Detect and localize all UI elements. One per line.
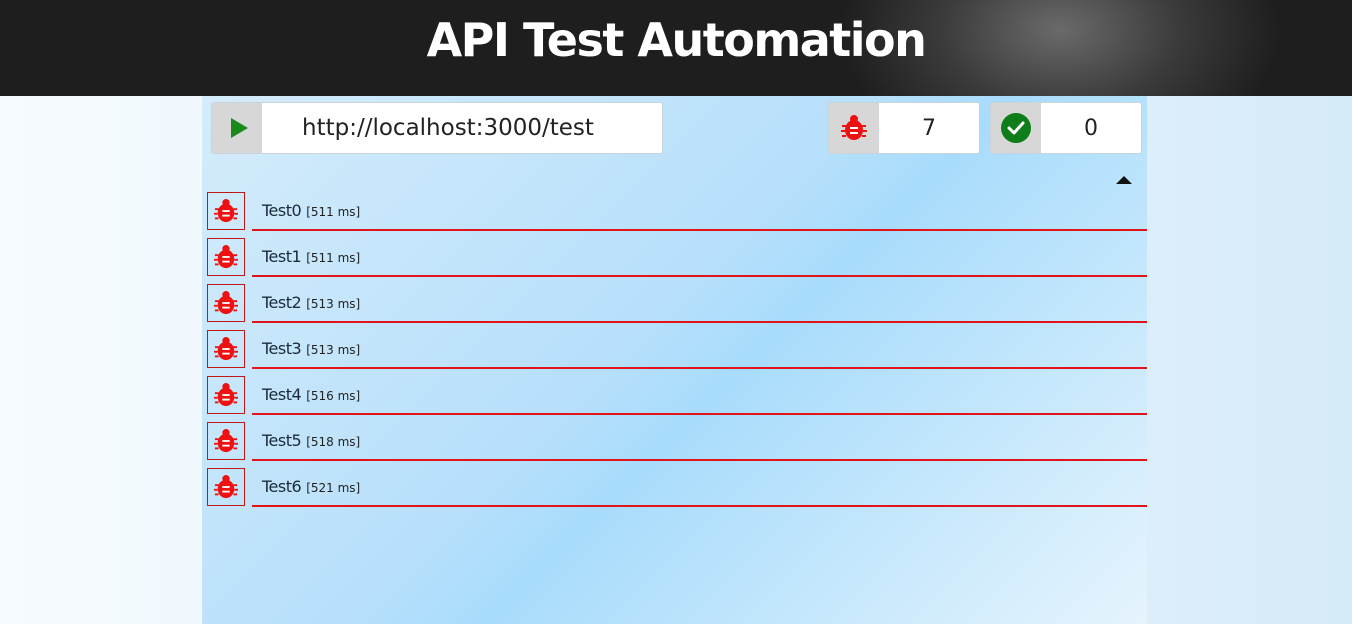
test-status: [207, 330, 245, 368]
test-name: Test4: [262, 385, 302, 404]
pass-counter: 0: [990, 102, 1142, 154]
test-row[interactable]: Test1 [511 ms]: [207, 238, 1147, 278]
bug-icon: [214, 475, 238, 499]
test-label: Test5 [518 ms]: [252, 422, 1147, 461]
test-name: Test2: [262, 293, 302, 312]
test-duration: [516 ms]: [306, 388, 361, 403]
test-duration: [513 ms]: [306, 342, 361, 357]
check-icon: [1001, 113, 1031, 143]
bug-icon: [841, 115, 867, 140]
test-duration: [513 ms]: [306, 296, 361, 311]
bug-icon: [214, 291, 238, 315]
play-icon: [230, 118, 248, 138]
run-button[interactable]: [212, 103, 262, 153]
app-header: API Test Automation: [0, 0, 1352, 96]
test-name: Test1: [262, 247, 302, 266]
url-bar: http://localhost:3000/test: [211, 102, 663, 154]
bug-icon: [214, 245, 238, 269]
url-input[interactable]: http://localhost:3000/test: [262, 103, 662, 153]
test-status: [207, 284, 245, 322]
test-name: Test3: [262, 339, 302, 358]
fail-count: 7: [922, 115, 936, 141]
test-row[interactable]: Test0 [511 ms]: [207, 192, 1147, 232]
bug-icon: [214, 429, 238, 453]
main-panel: http://localhost:3000/test 7 0 Test0 [51…: [202, 96, 1147, 624]
fail-filter-button[interactable]: [829, 103, 879, 153]
test-duration: [511 ms]: [306, 250, 361, 265]
test-label: Test3 [513 ms]: [252, 330, 1147, 369]
test-row[interactable]: Test3 [513 ms]: [207, 330, 1147, 370]
test-label: Test6 [521 ms]: [252, 468, 1147, 507]
test-label: Test1 [511 ms]: [252, 238, 1147, 277]
test-label: Test2 [513 ms]: [252, 284, 1147, 323]
test-name: Test6: [262, 477, 302, 496]
bug-icon: [214, 199, 238, 223]
test-status: [207, 422, 245, 460]
test-status: [207, 238, 245, 276]
bug-icon: [214, 383, 238, 407]
test-name: Test5: [262, 431, 302, 450]
test-label: Test0 [511 ms]: [252, 192, 1147, 231]
test-label: Test4 [516 ms]: [252, 376, 1147, 415]
test-status: [207, 192, 245, 230]
test-duration: [511 ms]: [306, 204, 361, 219]
test-status: [207, 376, 245, 414]
test-row[interactable]: Test6 [521 ms]: [207, 468, 1147, 508]
pass-filter-button[interactable]: [991, 103, 1041, 153]
bug-icon: [214, 337, 238, 361]
pass-count: 0: [1084, 115, 1098, 141]
test-duration: [521 ms]: [306, 480, 361, 495]
test-status: [207, 468, 245, 506]
test-row[interactable]: Test5 [518 ms]: [207, 422, 1147, 462]
fail-counter: 7: [828, 102, 980, 154]
test-row[interactable]: Test2 [513 ms]: [207, 284, 1147, 324]
test-duration: [518 ms]: [306, 434, 361, 449]
test-name: Test0: [262, 201, 302, 220]
collapse-arrow-icon[interactable]: [1116, 176, 1132, 184]
test-row[interactable]: Test4 [516 ms]: [207, 376, 1147, 416]
page-title: API Test Automation: [426, 13, 927, 67]
